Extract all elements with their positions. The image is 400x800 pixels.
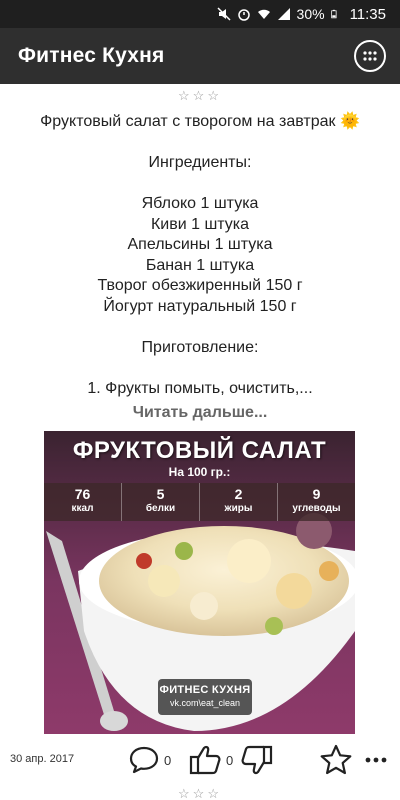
likes-count: 0: [226, 752, 234, 768]
battery-icon: [330, 9, 337, 19]
wifi-icon: [257, 9, 270, 19]
favorite-button[interactable]: [320, 744, 352, 776]
nutrition-cell: 5 белки: [122, 483, 200, 521]
post-footer: 30 апр. 2017 0 0: [0, 740, 400, 780]
nutrition-value: 2: [234, 486, 243, 502]
ingredients-heading: Ингредиенты:: [148, 154, 252, 171]
more-dots-icon: [365, 757, 387, 763]
grid-menu-icon: [363, 51, 377, 61]
brand-badge: ФИТНЕС КУХНЯ vk.com\eat_clean: [158, 679, 252, 715]
preparation-heading: Приготовление:: [141, 338, 259, 356]
status-time: 11:35: [349, 5, 386, 23]
nutrition-cell: 9 углеводы: [278, 483, 355, 521]
post-title-line: Фруктовый салат с творогом на завтрак 🌞: [40, 113, 360, 130]
nutrition-value: 76: [74, 486, 91, 502]
nutrition-value: 5: [156, 486, 165, 502]
nutrition-value: 9: [312, 486, 321, 502]
nutrition-cell: 2 жиры: [200, 483, 278, 521]
menu-button[interactable]: [354, 40, 386, 72]
dislike-button[interactable]: [240, 744, 274, 776]
preparation-line: 1. Фрукты помыть, очистить,...: [87, 379, 313, 397]
nutrition-unit: углеводы: [292, 503, 341, 514]
nutrition-unit: белки: [145, 503, 176, 514]
brand-url: vk.com\eat_clean: [169, 698, 241, 708]
signal-icon: [277, 8, 290, 20]
ingredient-line: Киви 1 штука: [150, 215, 250, 233]
post-date: 30 апр. 2017: [10, 753, 75, 765]
nutrition-cell: 76 ккал: [44, 483, 122, 521]
battery-percent: 30%: [296, 6, 325, 22]
thumbs-up-icon: [189, 745, 221, 775]
ingredient-line: Яблоко 1 штука: [141, 195, 259, 212]
status-bar: 30% 11:35: [0, 0, 400, 28]
nutrition-bar: 76 ккал 5 белки 2 жиры 9 углеводы: [44, 483, 355, 521]
more-options-button[interactable]: [364, 744, 388, 776]
app-bar: Фитнес Кухня: [0, 28, 400, 84]
like-button[interactable]: 0: [188, 744, 233, 776]
next-post-rating-stars[interactable]: ☆☆☆: [0, 786, 400, 800]
star-icon: [320, 744, 352, 775]
rating-stars[interactable]: ☆☆☆: [0, 88, 400, 104]
ingredient-line: Банан 1 штука: [145, 256, 255, 274]
app-title: Фитнес Кухня: [18, 44, 165, 67]
status-icons: 30% 11:35: [217, 0, 386, 28]
post-text: Фруктовый салат с творогом на завтрак 🌞 …: [10, 112, 390, 399]
nutrition-unit: ккал: [71, 503, 94, 514]
alarm-icon: [237, 9, 250, 21]
thumbs-down-icon: [241, 745, 273, 775]
brand-name: ФИТНЕС КУХНЯ: [159, 684, 251, 696]
ingredient-line: Йогурт натуральный 150 г: [103, 297, 297, 315]
ingredient-line: Апельсины 1 штука: [127, 236, 273, 253]
comments-button[interactable]: 0: [128, 744, 171, 776]
comment-icon: [129, 746, 159, 774]
nutrition-unit: жиры: [224, 503, 253, 514]
comments-count: 0: [164, 752, 172, 768]
image-title: ФРУКТОВЫЙ САЛАТ: [72, 437, 327, 464]
image-subtitle: На 100 гр.:: [168, 465, 231, 479]
ingredient-line: Творог обезжиренный 150 г: [97, 277, 303, 294]
read-more-link[interactable]: Читать дальше...: [0, 404, 400, 422]
mute-icon: [217, 7, 231, 21]
post-image[interactable]: ФРУКТОВЫЙ САЛАТ На 100 гр.: 76 ккал 5 бе…: [44, 431, 355, 734]
